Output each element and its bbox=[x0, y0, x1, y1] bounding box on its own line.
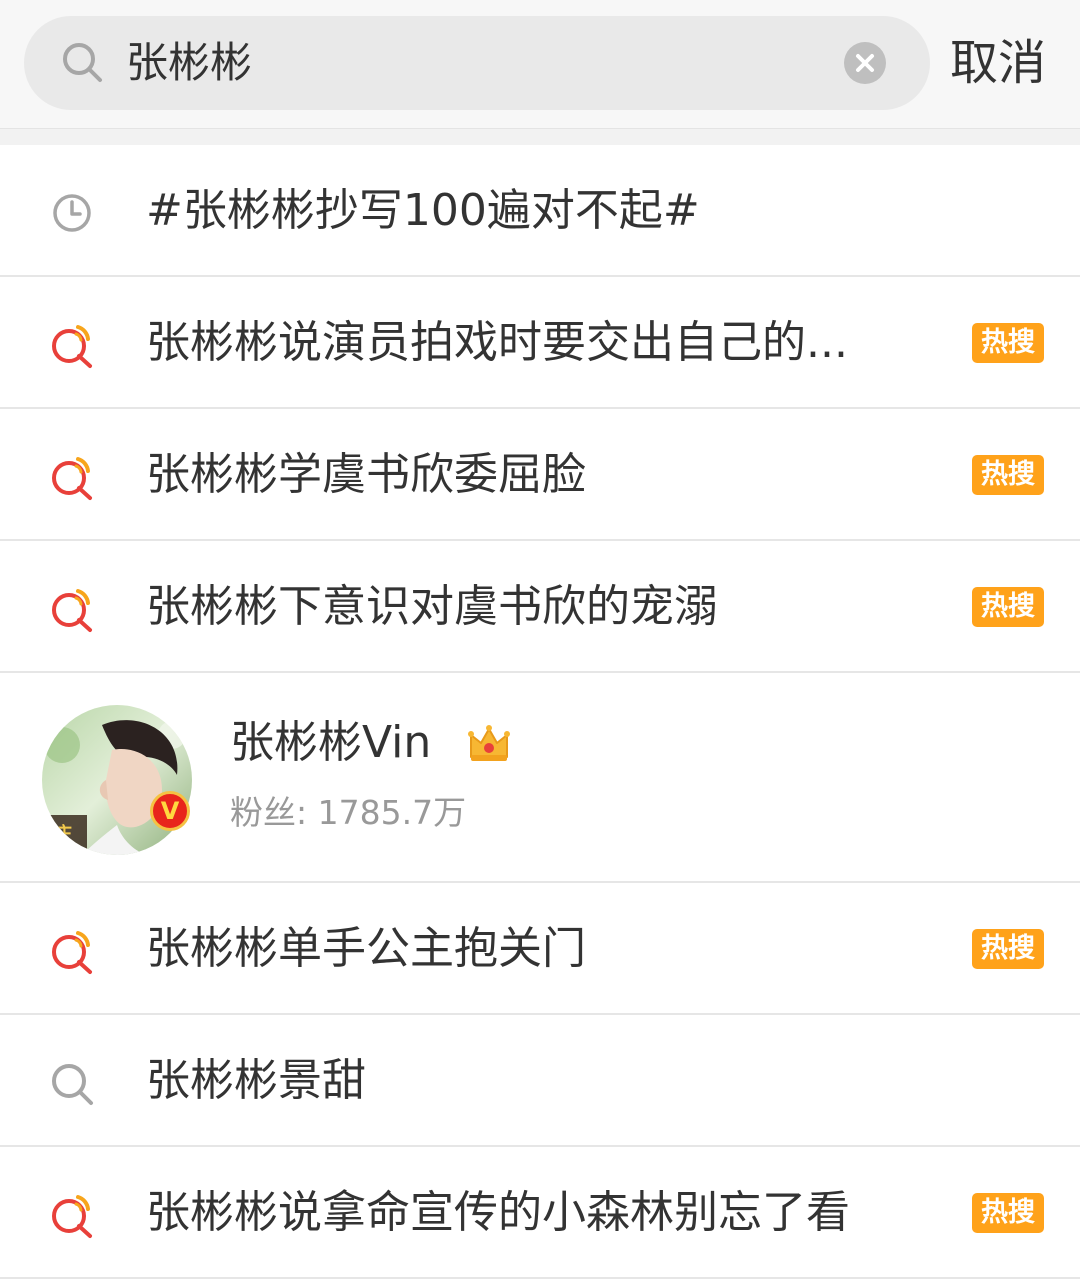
search-header: 张彬彬 取消 bbox=[0, 0, 1080, 128]
suggestion-text: 张彬彬下意识对虞书欣的宠溺 bbox=[146, 581, 718, 632]
verified-badge-icon: V bbox=[150, 791, 190, 831]
hot-badge: 热搜 bbox=[972, 587, 1044, 627]
clock-icon bbox=[48, 189, 96, 237]
fans-count: 粉丝: 1785.7万 bbox=[230, 793, 467, 832]
suggestion-text: 张彬彬说演员拍戏时要交出自己的... bbox=[146, 317, 848, 368]
hot-suggestion-item[interactable]: 张彬彬说演员拍戏时要交出自己的... 热搜 bbox=[0, 277, 1080, 409]
hot-badge: 热搜 bbox=[972, 455, 1044, 495]
hot-suggestion-item[interactable]: 张彬彬说拿命宣传的小森林别忘了看 热搜 bbox=[0, 1147, 1080, 1279]
cancel-button[interactable]: 取消 bbox=[950, 30, 1060, 96]
suggestion-text: 张彬彬单手公主抱关门 bbox=[146, 923, 586, 974]
hot-search-icon bbox=[48, 453, 96, 501]
header-divider bbox=[0, 128, 1080, 145]
suggestion-text: 张彬彬说拿命宣传的小森林别忘了看 bbox=[146, 1187, 850, 1238]
suggestion-text: #张彬彬抄写100遍对不起# bbox=[146, 185, 700, 236]
hot-suggestion-item[interactable]: 张彬彬学虞书欣委屈脸 热搜 bbox=[0, 409, 1080, 541]
history-suggestion-item[interactable]: #张彬彬抄写100遍对不起# bbox=[0, 145, 1080, 277]
crown-icon bbox=[466, 721, 512, 767]
hot-suggestion-item[interactable]: 张彬彬下意识对虞书欣的宠溺 热搜 bbox=[0, 541, 1080, 673]
user-suggestion-item[interactable]: 庄 V 张彬彬Vin 粉丝: 1785.7万 bbox=[0, 673, 1080, 883]
search-box[interactable]: 张彬彬 bbox=[24, 16, 930, 110]
hot-search-icon bbox=[48, 321, 96, 369]
suggestion-text: 张彬彬学虞书欣委屈脸 bbox=[146, 449, 586, 500]
hot-search-icon bbox=[48, 927, 96, 975]
hot-search-icon bbox=[48, 1191, 96, 1239]
suggestion-list: #张彬彬抄写100遍对不起# 张彬彬说演员拍戏时要交出自己的... 热搜 张彬彬… bbox=[0, 145, 1080, 1279]
user-name: 张彬彬Vin bbox=[230, 717, 432, 768]
clear-search-button[interactable] bbox=[844, 42, 886, 84]
hot-badge: 热搜 bbox=[972, 1193, 1044, 1233]
close-icon bbox=[856, 54, 874, 72]
search-icon bbox=[48, 1059, 96, 1107]
search-icon bbox=[60, 40, 106, 86]
hot-badge: 热搜 bbox=[972, 323, 1044, 363]
hot-badge: 热搜 bbox=[972, 929, 1044, 969]
hot-search-icon bbox=[48, 585, 96, 633]
svg-text:庄: 庄 bbox=[54, 823, 72, 845]
avatar: 庄 bbox=[42, 705, 192, 855]
search-input[interactable]: 张彬彬 bbox=[126, 31, 252, 95]
search-suggestion-item[interactable]: 张彬彬景甜 bbox=[0, 1015, 1080, 1147]
suggestion-text: 张彬彬景甜 bbox=[146, 1055, 366, 1106]
hot-suggestion-item[interactable]: 张彬彬单手公主抱关门 热搜 bbox=[0, 883, 1080, 1015]
